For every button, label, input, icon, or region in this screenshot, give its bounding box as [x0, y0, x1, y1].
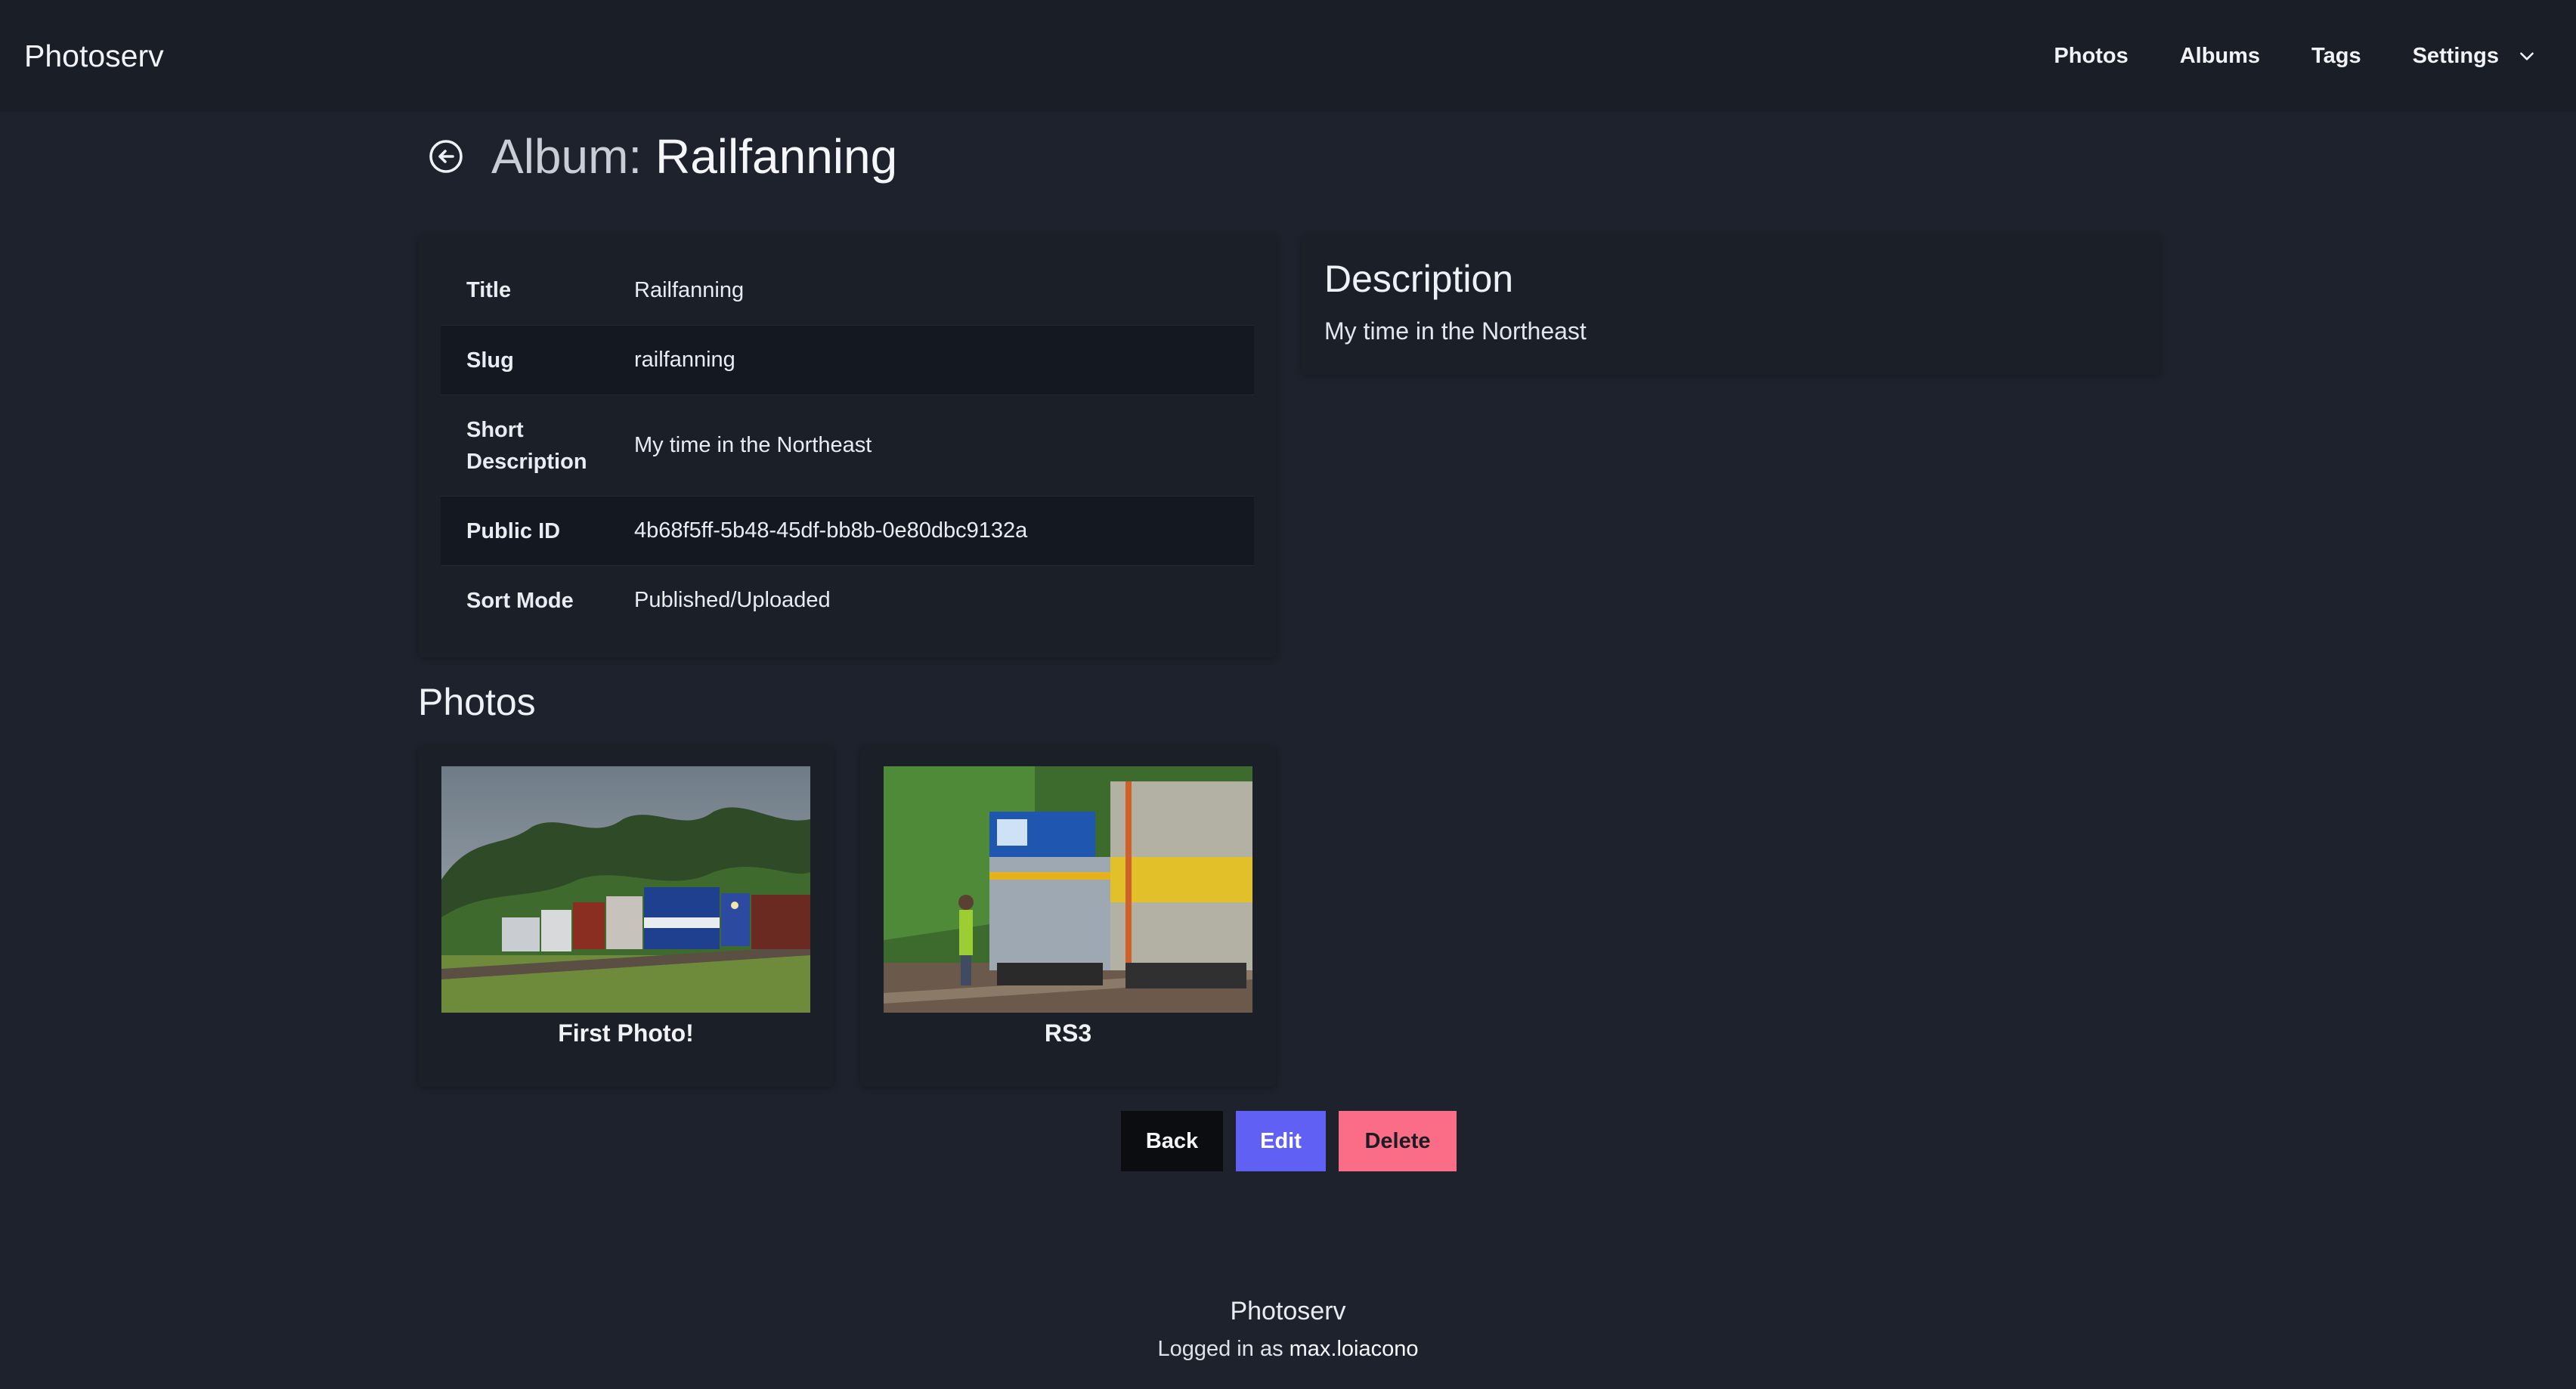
- back-arrow-circle-icon[interactable]: [428, 138, 464, 175]
- nav-menu: Photos Albums Tags Settings: [2028, 0, 2552, 112]
- album-title-prefix: Album:: [491, 129, 655, 184]
- back-button[interactable]: Back: [1121, 1111, 1223, 1171]
- details-row-sort-mode: Sort Mode Published/Uploaded: [441, 565, 1254, 635]
- details-label: Slug: [466, 348, 514, 373]
- album-title: Album: Railfanning: [491, 128, 897, 184]
- action-buttons: Back Edit Delete: [1121, 1111, 1457, 1171]
- footer: Photoserv Logged in as max.loiacono: [0, 1292, 2576, 1368]
- details-row-public-id: Public ID 4b68f5ff-5b48-45df-bb8b-0e80db…: [441, 496, 1254, 565]
- top-navbar: Photoserv Photos Albums Tags Settings: [0, 0, 2576, 112]
- footer-login-prefix: Logged in as: [1157, 1337, 1290, 1361]
- nav-item-settings[interactable]: Settings: [2387, 0, 2552, 112]
- photo-caption[interactable]: First Photo!: [418, 1017, 834, 1049]
- delete-button[interactable]: Delete: [1339, 1111, 1457, 1171]
- photo-card[interactable]: RS3: [860, 745, 1276, 1087]
- description-heading: Description: [1324, 258, 1514, 300]
- album-details-card: Title Railfanning Slug railfanning Short…: [418, 234, 1277, 657]
- nav-item-albums[interactable]: Albums: [2154, 0, 2286, 112]
- train-photo-image: [441, 766, 810, 1013]
- details-label: Short Description: [466, 417, 587, 474]
- photo-caption[interactable]: RS3: [860, 1017, 1276, 1049]
- details-value: My time in the Northeast: [634, 433, 872, 457]
- footer-username: max.loiacono: [1289, 1337, 1419, 1361]
- details-row-title: Title Railfanning: [441, 255, 1254, 325]
- details-label: Sort Mode: [466, 588, 574, 613]
- nav-item-settings-label: Settings: [2412, 43, 2499, 68]
- details-label: Public ID: [466, 518, 561, 543]
- page-title: Album: Railfanning: [428, 128, 897, 184]
- rs3-photo-image: [884, 766, 1252, 1013]
- description-card: Description My time in the Northeast: [1302, 234, 2160, 375]
- edit-button[interactable]: Edit: [1236, 1111, 1326, 1171]
- footer-login-status: Logged in as max.loiacono: [0, 1330, 2576, 1368]
- photos-heading: Photos: [418, 681, 536, 723]
- chevron-down-icon: [2520, 52, 2534, 60]
- details-value: Railfanning: [634, 277, 745, 302]
- photo-thumbnail-train[interactable]: [441, 766, 810, 1013]
- details-label: Title: [466, 278, 512, 302]
- details-value: 4b68f5ff-5b48-45df-bb8b-0e80dbc9132a: [634, 518, 1028, 543]
- album-title-name: Railfanning: [655, 129, 898, 184]
- photo-card[interactable]: First Photo!: [418, 745, 834, 1087]
- details-value: Published/Uploaded: [634, 588, 831, 612]
- footer-brand: Photoserv: [1230, 1297, 1346, 1326]
- description-text: My time in the Northeast: [1324, 317, 1587, 345]
- details-row-slug: Slug railfanning: [441, 325, 1254, 394]
- nav-item-tags[interactable]: Tags: [2286, 0, 2387, 112]
- nav-item-photos[interactable]: Photos: [2028, 0, 2153, 112]
- details-row-short-description: Short Description My time in the Northea…: [441, 394, 1254, 496]
- photo-thumbnail-rs3[interactable]: [884, 766, 1252, 1013]
- details-value: railfanning: [634, 348, 735, 372]
- brand-logo[interactable]: Photoserv: [24, 39, 164, 74]
- album-details-table: Title Railfanning Slug railfanning Short…: [441, 255, 1254, 635]
